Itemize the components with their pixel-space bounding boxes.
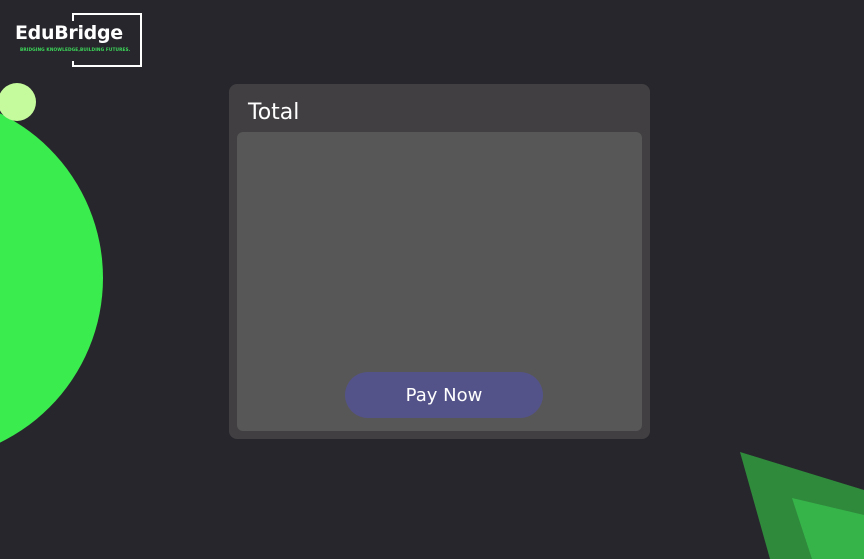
page: EduBridge BRIDGING KNOWLEDGE,BUILDING FU…: [0, 0, 864, 559]
edubridge-logo[interactable]: EduBridge BRIDGING KNOWLEDGE,BUILDING FU…: [14, 13, 144, 67]
logo-brand-name: EduBridge: [15, 21, 125, 45]
green-circle-decoration: [0, 113, 103, 443]
total-card: Total Pay Now: [229, 84, 650, 439]
light-green-dot-decoration: [0, 83, 36, 121]
logo-tagline: BRIDGING KNOWLEDGE,BUILDING FUTURES.: [20, 48, 131, 53]
card-body: Pay Now: [237, 132, 642, 431]
card-title: Total: [248, 100, 300, 125]
pay-now-button[interactable]: Pay Now: [345, 372, 543, 418]
